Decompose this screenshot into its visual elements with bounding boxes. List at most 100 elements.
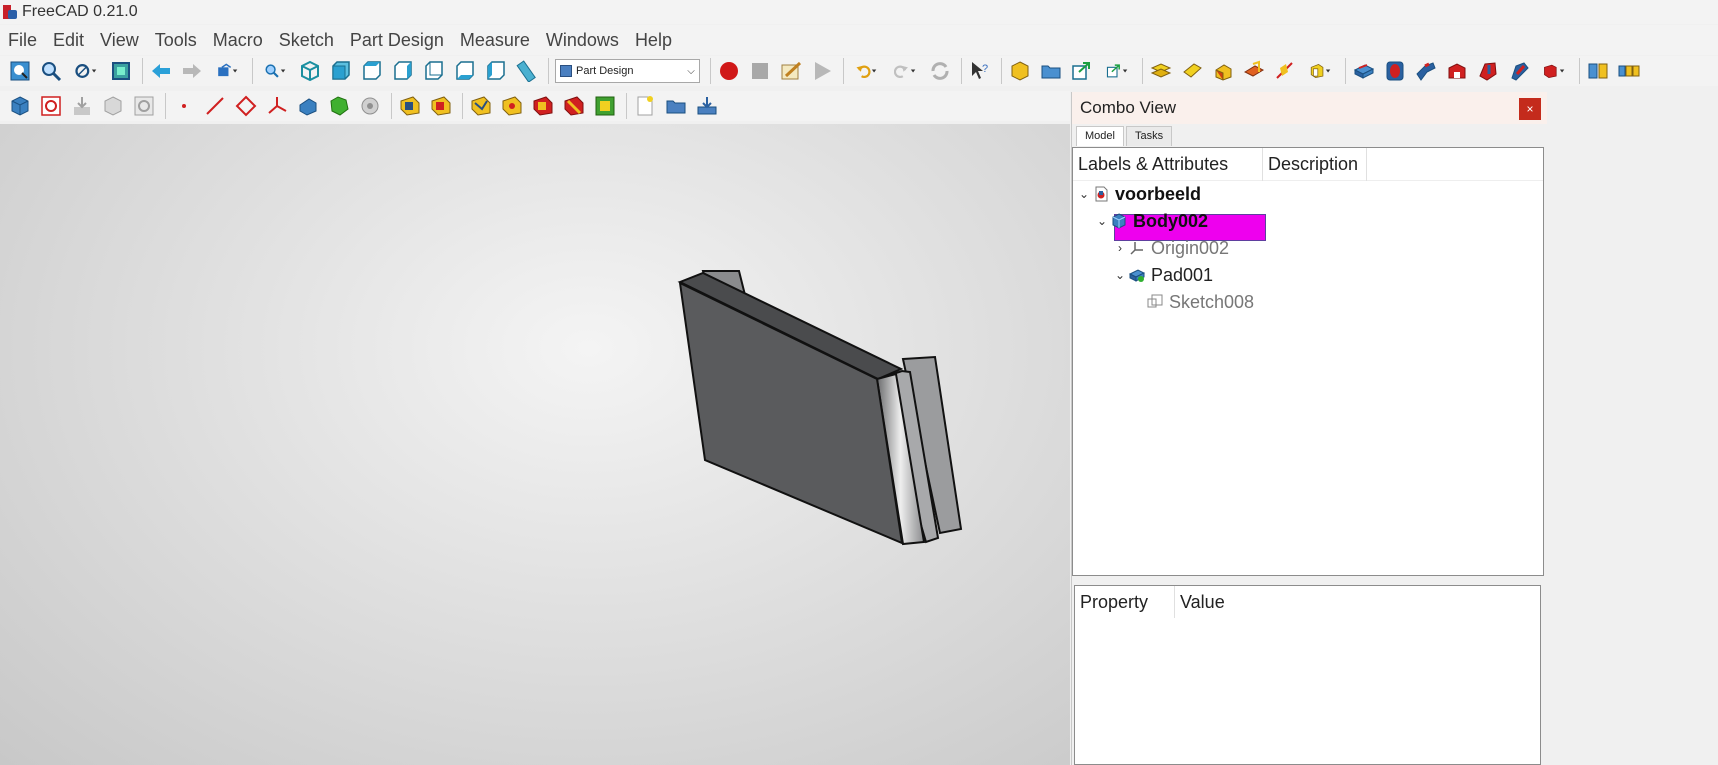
record-macro-icon[interactable] [717, 59, 741, 83]
create-part-icon[interactable] [1039, 59, 1063, 83]
chevron-down-icon[interactable]: ⌄ [1075, 187, 1093, 201]
new-document-icon[interactable] [633, 94, 657, 118]
tree-item-label: Sketch008 [1169, 291, 1255, 312]
local-cs-icon[interactable] [265, 94, 289, 118]
validate-sketch-icon[interactable] [70, 94, 94, 118]
linear-pattern-icon[interactable] [1617, 59, 1641, 83]
clone-gray-icon[interactable] [358, 94, 382, 118]
isometric-view-icon[interactable] [298, 59, 322, 83]
model-tree[interactable]: Labels & Attributes Description ⌄ voorbe… [1072, 147, 1544, 576]
tab-tasks[interactable]: Tasks [1125, 126, 1173, 146]
shape-binder-2-icon[interactable] [296, 94, 320, 118]
link-icon[interactable] [1070, 59, 1094, 83]
open-folder-icon[interactable] [664, 94, 688, 118]
clone-icon[interactable] [1211, 59, 1235, 83]
mirrored-icon[interactable] [1586, 59, 1610, 83]
line-icon[interactable] [203, 94, 227, 118]
workbench-selector[interactable]: Part Design ⌵ [555, 59, 700, 83]
execute-macro-icon[interactable] [810, 59, 834, 83]
tree-item-sketch[interactable]: Sketch008 [1147, 288, 1254, 316]
menu-measure[interactable]: Measure [460, 30, 530, 51]
column-labels-attributes[interactable]: Labels & Attributes [1073, 147, 1263, 181]
refresh-icon[interactable] [928, 59, 952, 83]
bounding-box-icon[interactable] [109, 59, 133, 83]
thickness-icon[interactable] [500, 94, 524, 118]
menu-part-design[interactable]: Part Design [350, 30, 444, 51]
green-shape-icon[interactable] [327, 94, 351, 118]
menu-tools[interactable]: Tools [155, 30, 197, 51]
front-view-icon[interactable] [329, 59, 353, 83]
datum-plane-icon[interactable] [1242, 59, 1266, 83]
tree-item-body[interactable]: ⌄ Body002 [1093, 207, 1208, 235]
fit-all-icon[interactable] [8, 59, 32, 83]
rear-view-icon[interactable] [422, 59, 446, 83]
tree-item-origin[interactable]: › Origin002 [1111, 234, 1229, 262]
sub-shape-binder-icon[interactable] [1180, 59, 1204, 83]
forward-arrow-icon[interactable] [180, 59, 204, 83]
pad-icon[interactable] [1352, 59, 1376, 83]
column-property[interactable]: Property [1075, 586, 1175, 618]
stop-macro-icon[interactable] [748, 59, 772, 83]
tree-header: Labels & Attributes Description [1073, 147, 1543, 181]
subtractive-primitive-icon[interactable] [1538, 59, 1570, 83]
create-sketch-icon[interactable] [39, 94, 63, 118]
groove-icon[interactable] [1507, 59, 1531, 83]
right-view-icon[interactable] [391, 59, 415, 83]
map-sketch-icon[interactable] [132, 94, 156, 118]
whats-this-icon[interactable]: ? [968, 59, 992, 83]
datum-line-icon[interactable] [1273, 59, 1297, 83]
link-actions-icon[interactable] [1101, 59, 1133, 83]
chevron-down-icon[interactable]: ⌄ [1111, 268, 1129, 282]
window-title: FreeCAD 0.21.0 [22, 3, 138, 20]
shape-binder-icon[interactable] [1149, 59, 1173, 83]
menu-help[interactable]: Help [635, 30, 672, 51]
hole-icon[interactable] [1476, 59, 1500, 83]
create-body-icon[interactable] [1008, 59, 1032, 83]
menu-windows[interactable]: Windows [546, 30, 619, 51]
datum-point-sketch-icon[interactable] [172, 94, 196, 118]
body-icon[interactable] [8, 94, 32, 118]
cut-icon[interactable] [562, 94, 586, 118]
zoom-icon[interactable] [259, 59, 291, 83]
revolution-icon[interactable] [1383, 59, 1407, 83]
chevron-down-icon[interactable]: ⌄ [1093, 214, 1111, 228]
menu-macro[interactable]: Macro [213, 30, 263, 51]
draw-style-icon[interactable] [70, 59, 102, 83]
column-value[interactable]: Value [1175, 586, 1225, 618]
property-view[interactable]: Property Value [1074, 585, 1541, 765]
datum-point-icon[interactable] [1304, 59, 1336, 83]
draft-icon[interactable] [469, 94, 493, 118]
check-geometry-icon[interactable] [101, 94, 125, 118]
split-icon[interactable] [593, 94, 617, 118]
top-view-icon[interactable] [360, 59, 384, 83]
freecad-logo-icon [3, 5, 17, 19]
left-view-icon[interactable] [484, 59, 508, 83]
chevron-right-icon[interactable]: › [1111, 241, 1129, 255]
back-arrow-icon[interactable] [149, 59, 173, 83]
plane-icon[interactable] [234, 94, 258, 118]
measure-distance-icon[interactable] [515, 59, 539, 83]
tab-model[interactable]: Model [1076, 126, 1124, 146]
chamfer-icon[interactable] [429, 94, 453, 118]
tree-item-label: Pad001 [1151, 264, 1214, 285]
bottom-view-icon[interactable] [453, 59, 477, 83]
sync-view-icon[interactable] [211, 59, 243, 83]
tree-item-pad[interactable]: ⌄ Pad001 [1111, 261, 1213, 289]
tree-item-document[interactable]: ⌄ voorbeeld [1075, 180, 1201, 208]
edit-macro-icon[interactable] [779, 59, 803, 83]
3d-viewport[interactable] [0, 124, 1070, 765]
fillet-icon[interactable] [398, 94, 422, 118]
menu-sketch[interactable]: Sketch [279, 30, 334, 51]
close-icon[interactable]: × [1519, 98, 1541, 120]
fit-selection-icon[interactable] [39, 59, 63, 83]
pocket-icon[interactable] [1445, 59, 1469, 83]
menu-file[interactable]: File [8, 30, 37, 51]
redo-icon[interactable] [889, 59, 921, 83]
loft-icon[interactable] [1414, 59, 1438, 83]
menu-edit[interactable]: Edit [53, 30, 84, 51]
column-description[interactable]: Description [1263, 147, 1368, 181]
save-icon[interactable] [695, 94, 719, 118]
boolean-icon[interactable] [531, 94, 555, 118]
undo-icon[interactable] [850, 59, 882, 83]
menu-view[interactable]: View [100, 30, 139, 51]
